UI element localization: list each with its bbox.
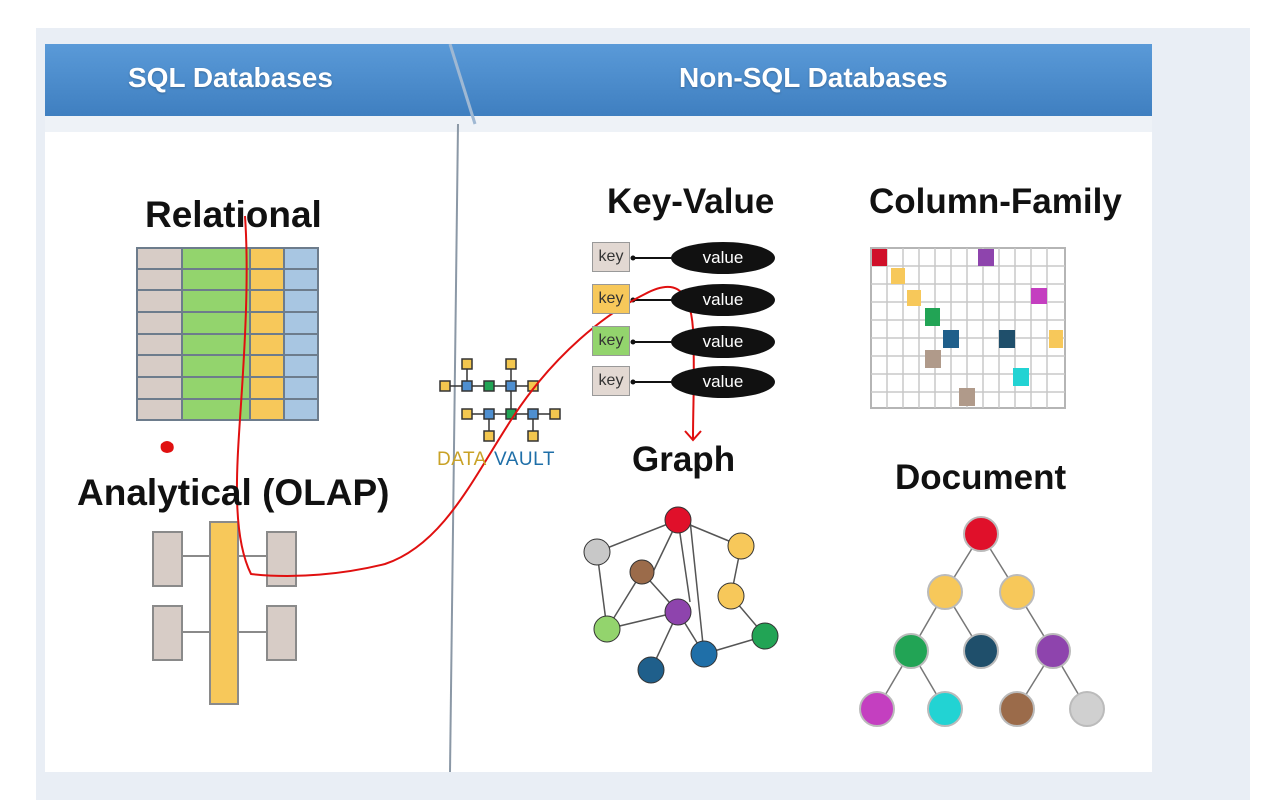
- diagram-slide: SQL Databases Non-SQL Databases Relation…: [45, 44, 1152, 772]
- kv-arrows: [631, 257, 677, 383]
- kv-value: value: [671, 242, 775, 274]
- datavault-logo-graphic: [439, 358, 561, 442]
- diagram-canvas: [45, 44, 1152, 772]
- kv-key: key: [592, 326, 630, 356]
- kv-value: value: [671, 326, 775, 358]
- sql-header: SQL Databases: [128, 62, 333, 93]
- relational-table: [136, 247, 319, 421]
- graph-label: Graph: [632, 440, 736, 479]
- relational-label: Relational: [145, 194, 322, 235]
- kv-arrow-dots: [630, 255, 636, 385]
- nosql-header: Non-SQL Databases: [679, 62, 948, 93]
- datavault-logo-part2: VAULT: [494, 449, 555, 470]
- document-tree-edges: [876, 533, 1088, 710]
- kv-key: key: [592, 242, 630, 272]
- column-family-grid: [870, 247, 1066, 409]
- graph-nodes: [583, 506, 779, 684]
- olap-icon: [152, 521, 297, 705]
- annotation-dot: [160, 441, 174, 453]
- top-strip: [0, 0, 1280, 10]
- kv-value: value: [671, 284, 775, 316]
- document-label: Document: [895, 458, 1067, 497]
- document-tree-nodes: [859, 516, 1105, 727]
- datavault-logo-part1: DATA: [437, 449, 487, 470]
- header-shadow: [45, 116, 1152, 132]
- olap-label: Analytical (OLAP): [77, 472, 390, 513]
- kv-value: value: [671, 366, 775, 398]
- kv-key: key: [592, 284, 630, 314]
- columnfamily-label: Column-Family: [869, 182, 1122, 221]
- keyvalue-label: Key-Value: [607, 182, 775, 221]
- kv-key: key: [592, 366, 630, 396]
- divider-line-lower: [449, 123, 459, 772]
